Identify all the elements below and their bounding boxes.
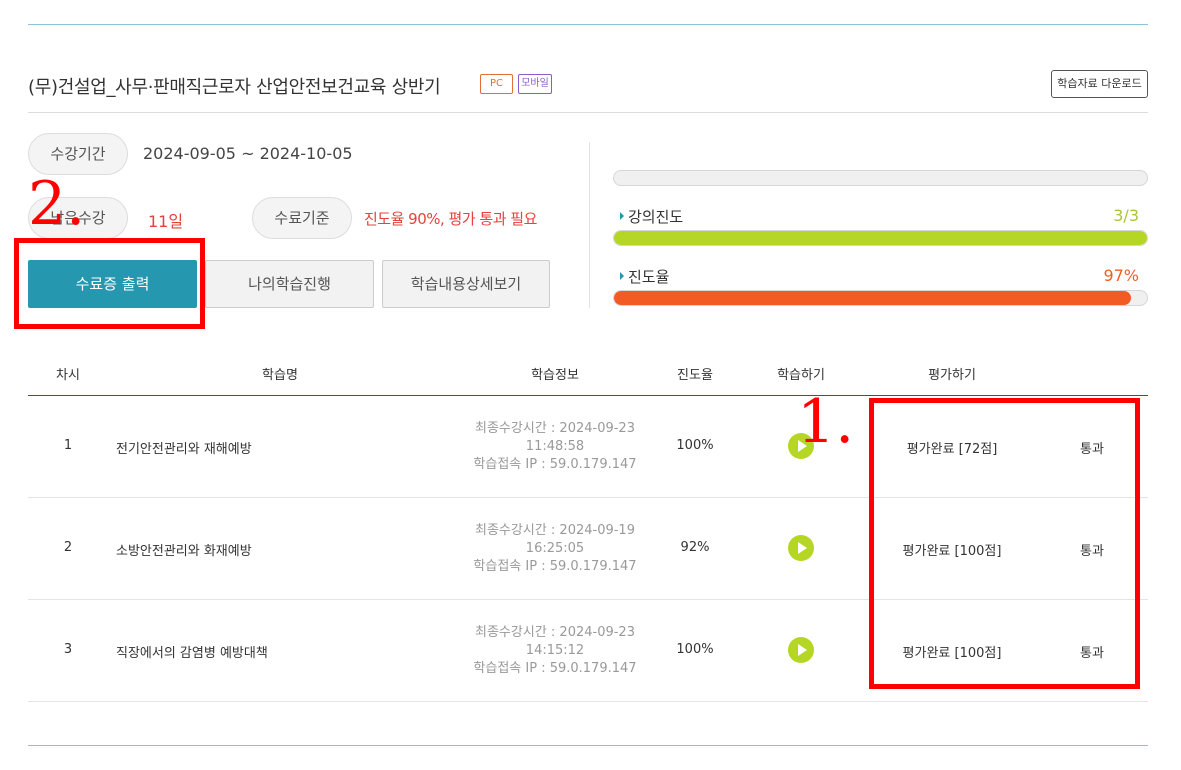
learning-info: 최종수강시간 : 2024-09-23 14:15:12 학습접속 IP : 5…	[473, 625, 637, 676]
lesson-progress-rate: 100%	[676, 438, 714, 453]
criteria-label: 수료기준	[252, 197, 352, 239]
mobile-badge: 모바일	[518, 74, 552, 94]
learning-info: 최종수강시간 : 2024-09-19 16:25:05 학습접속 IP : 5…	[473, 523, 637, 574]
course-title: (무)건설업_사무·판매직근로자 산업안전보건교육 상반기	[28, 77, 441, 98]
table-header: 차시 학습명 학습정보 진도율 학습하기 평가하기	[28, 350, 1148, 396]
lecture-progress-value: 3/3	[1113, 206, 1139, 225]
empty-progress-bar	[613, 170, 1148, 186]
rate-progress-fill	[614, 291, 1131, 305]
play-icon[interactable]	[788, 637, 814, 663]
criteria-value: 진도율 90%, 평가 통과 필요	[364, 210, 537, 228]
rate-progress-bar	[613, 290, 1148, 306]
annotation-label-2: 2.	[28, 169, 86, 239]
lecture-progress-label: 강의진도	[620, 206, 683, 227]
my-progress-button[interactable]: 나의학습진행	[205, 260, 374, 308]
download-materials-button[interactable]: 학습자료 다운로드	[1051, 70, 1148, 98]
header-info: 학습정보	[531, 368, 579, 383]
learning-info: 최종수강시간 : 2024-09-23 11:48:58 학습접속 IP : 5…	[473, 421, 637, 472]
bottom-divider	[28, 745, 1148, 746]
lecture-progress-fill	[614, 231, 1147, 245]
session-number: 1	[63, 438, 73, 453]
rate-progress-value: 97%	[1103, 266, 1139, 285]
triangle-bullet-icon	[620, 271, 624, 280]
triangle-bullet-icon	[620, 211, 624, 220]
header-title: 학습명	[262, 368, 298, 383]
header-evaluation: 평가하기	[928, 368, 976, 383]
period-value: 2024-09-05 ~ 2024-10-05	[143, 144, 353, 163]
header-session: 차시	[56, 368, 80, 383]
play-icon[interactable]	[788, 535, 814, 561]
session-number: 2	[63, 540, 73, 555]
lesson-title: 직장에서의 감염병 예방대책	[116, 646, 268, 661]
header-study: 학습하기	[777, 368, 825, 383]
top-divider	[28, 24, 1148, 25]
session-number: 3	[63, 642, 73, 657]
summary-divider	[589, 142, 590, 308]
learning-detail-button[interactable]: 학습내용상세보기	[382, 260, 550, 308]
pc-badge: PC	[480, 74, 513, 94]
header-rate: 진도율	[677, 368, 713, 383]
lesson-progress-rate: 92%	[680, 540, 710, 555]
lesson-title: 전기안전관리와 재해예방	[116, 442, 252, 457]
lesson-title: 소방안전관리와 화재예방	[116, 544, 252, 559]
annotation-box-certificate	[14, 238, 205, 329]
lesson-progress-rate: 100%	[676, 642, 714, 657]
annotation-box-evaluation	[869, 398, 1140, 689]
header-divider	[28, 112, 1148, 113]
rate-progress-label: 진도율	[620, 266, 669, 287]
annotation-label-1: 1.	[797, 387, 855, 457]
lecture-progress-bar	[613, 230, 1148, 246]
remaining-value: 11일	[148, 212, 184, 231]
